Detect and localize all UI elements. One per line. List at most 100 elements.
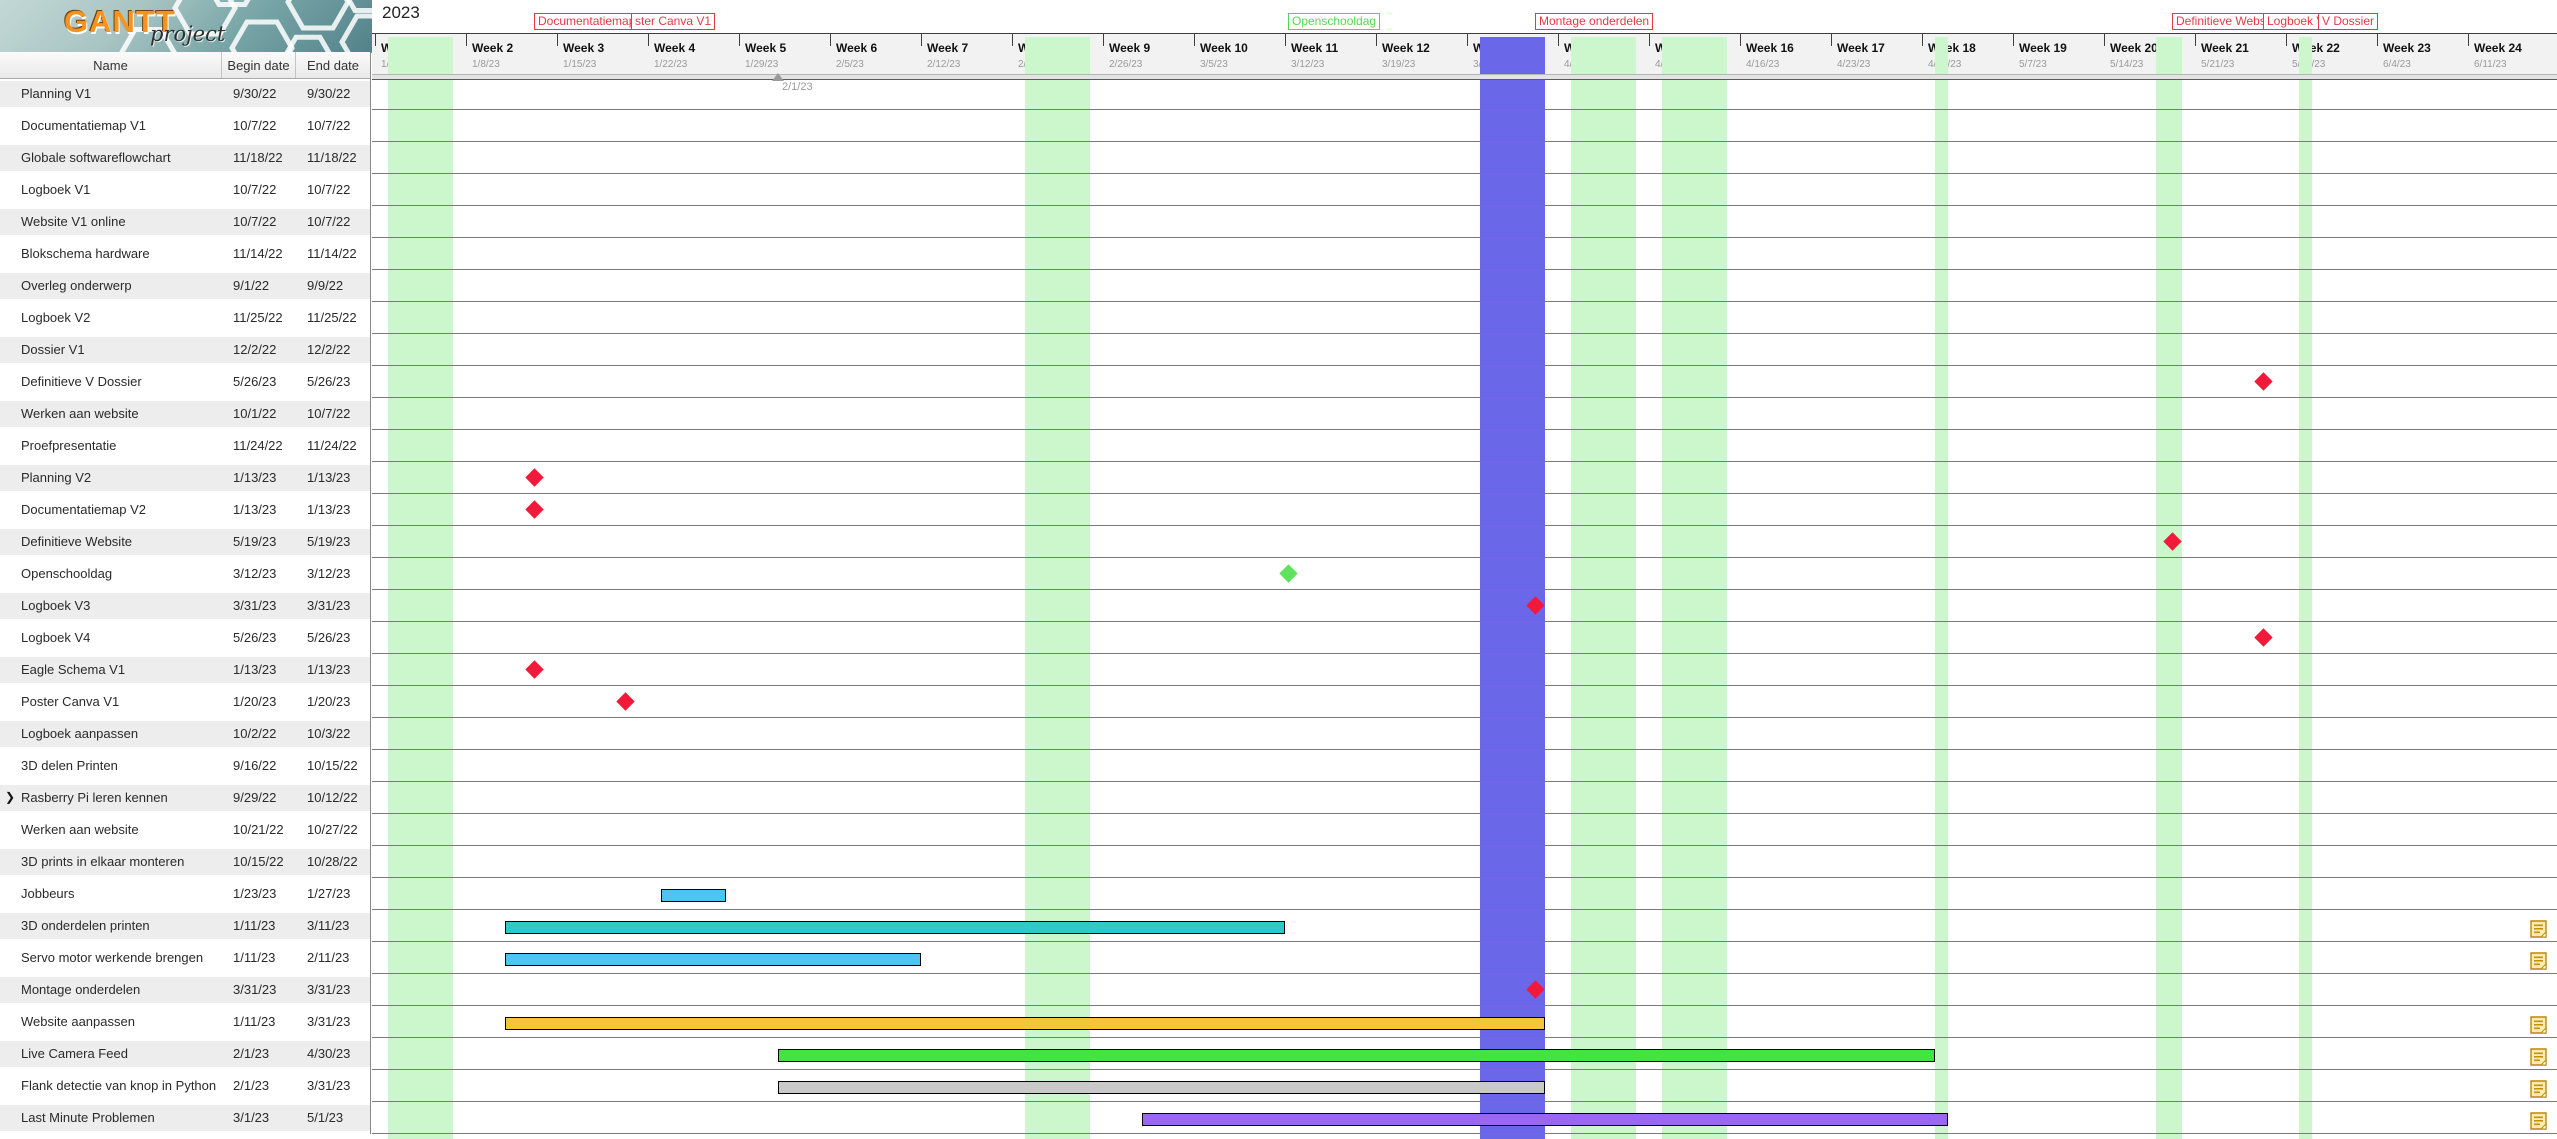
table-row[interactable]: Documentatiemap V21/13/231/13/23 <box>0 494 370 526</box>
task-begin-cell: 11/24/22 <box>233 430 295 462</box>
milestone-diamond[interactable] <box>525 500 543 518</box>
chart-row-separator <box>372 397 2557 398</box>
table-row[interactable]: Definitieve Website5/19/235/19/23 <box>0 526 370 558</box>
week-tick <box>1831 34 1832 46</box>
column-header-name[interactable]: Name <box>0 52 222 78</box>
week-label: Week 5 <box>745 41 786 55</box>
task-bar[interactable] <box>661 889 726 902</box>
task-bar[interactable] <box>1142 1113 1948 1126</box>
table-row[interactable]: Jobbeurs1/23/231/27/23 <box>0 878 370 910</box>
table-row[interactable]: Logboek V45/26/235/26/23 <box>0 622 370 654</box>
task-begin-cell: 3/31/23 <box>233 974 295 1006</box>
task-table: Planning V19/30/229/30/22Documentatiemap… <box>0 78 371 1134</box>
table-row[interactable]: Openschooldag3/12/233/12/23 <box>0 558 370 590</box>
task-begin-cell: 10/2/22 <box>233 718 295 750</box>
chart-row-separator <box>372 1005 2557 1006</box>
table-row[interactable]: Planning V19/30/229/30/22 <box>0 78 370 110</box>
chart-row-separator <box>372 973 2557 974</box>
task-begin-cell: 3/12/23 <box>233 558 295 590</box>
task-name-cell: Website V1 online <box>21 206 219 238</box>
table-row[interactable]: Werken aan website10/21/2210/27/22 <box>0 814 370 846</box>
task-name-cell: Openschooldag <box>21 558 219 590</box>
table-row[interactable]: Blokschema hardware11/14/2211/14/22 <box>0 238 370 270</box>
week-label: Week 11 <box>1291 41 1338 55</box>
table-row[interactable]: Logboek V110/7/2210/7/22 <box>0 174 370 206</box>
milestone-diamond[interactable] <box>616 692 634 710</box>
column-header-begin[interactable]: Begin date <box>222 52 296 78</box>
week-tick <box>648 34 649 46</box>
week-label: Week 24 <box>2474 41 2522 55</box>
table-row[interactable]: Website aanpassen1/11/233/31/23 <box>0 1006 370 1038</box>
timescale-marker-icon[interactable] <box>772 67 784 81</box>
table-row[interactable]: Definitieve V Dossier5/26/235/26/23 <box>0 366 370 398</box>
task-bar[interactable] <box>778 1049 1935 1062</box>
task-end-cell: 1/13/23 <box>307 462 369 494</box>
task-end-cell: 3/31/23 <box>307 1070 369 1102</box>
table-row[interactable]: Last Minute Problemen3/1/235/1/23 <box>0 1102 370 1134</box>
task-bar[interactable] <box>505 1017 1545 1030</box>
chart-row-separator <box>372 685 2557 686</box>
milestone-diamond[interactable] <box>525 468 543 486</box>
expander-arrow-icon[interactable]: ❯ <box>5 782 15 814</box>
task-end-cell: 10/3/22 <box>307 718 369 750</box>
week-tick <box>1922 34 1923 46</box>
table-row[interactable]: Website V1 online10/7/2210/7/22 <box>0 206 370 238</box>
table-row[interactable]: Documentatiemap V110/7/2210/7/22 <box>0 110 370 142</box>
task-end-cell: 1/13/23 <box>307 654 369 686</box>
table-row[interactable]: Montage onderdelen3/31/233/31/23 <box>0 974 370 1006</box>
chart-row-separator <box>372 237 2557 238</box>
chart-row-separator <box>372 781 2557 782</box>
table-row[interactable]: Poster Canva V11/20/231/20/23 <box>0 686 370 718</box>
task-begin-cell: 5/26/23 <box>233 622 295 654</box>
table-row[interactable]: Werken aan website10/1/2210/7/22 <box>0 398 370 430</box>
column-header-end[interactable]: End date <box>296 52 370 78</box>
table-row[interactable]: Planning V21/13/231/13/23 <box>0 462 370 494</box>
task-end-cell: 10/27/22 <box>307 814 369 846</box>
task-bar[interactable] <box>505 953 921 966</box>
task-note-icon <box>2530 1048 2547 1066</box>
table-row[interactable]: Logboek aanpassen10/2/2210/3/22 <box>0 718 370 750</box>
table-row[interactable]: Live Camera Feed2/1/234/30/23 <box>0 1038 370 1070</box>
table-row[interactable]: Proefpresentatie11/24/2211/24/22 <box>0 430 370 462</box>
table-row[interactable]: Overleg onderwerp9/1/229/9/22 <box>0 270 370 302</box>
chart-row-separator <box>372 909 2557 910</box>
milestone-diamond[interactable] <box>1279 564 1297 582</box>
logo-subtitle: project <box>150 22 225 46</box>
task-end-cell: 10/12/22 <box>307 782 369 814</box>
task-name-cell: 3D delen Printen <box>21 750 219 782</box>
table-row[interactable]: Servo motor werkende brengen1/11/232/11/… <box>0 942 370 974</box>
week-tick <box>557 34 558 46</box>
task-end-cell: 3/31/23 <box>307 590 369 622</box>
week-start-date: 3/12/23 <box>1291 59 1324 70</box>
milestone-diamond[interactable] <box>525 660 543 678</box>
table-row[interactable]: Dossier V112/2/2212/2/22 <box>0 334 370 366</box>
task-end-cell: 5/26/23 <box>307 366 369 398</box>
table-row[interactable]: Eagle Schema V11/13/231/13/23 <box>0 654 370 686</box>
table-row[interactable]: Logboek V211/25/2211/25/22 <box>0 302 370 334</box>
task-begin-cell: 1/13/23 <box>233 654 295 686</box>
table-row[interactable]: ❯Rasberry Pi leren kennen9/29/2210/12/22 <box>0 782 370 814</box>
table-row[interactable]: Globale softwareflowchart11/18/2211/18/2… <box>0 142 370 174</box>
task-end-cell: 2/11/23 <box>307 942 369 974</box>
task-name-cell: Logboek V3 <box>21 590 219 622</box>
table-row[interactable]: 3D prints in elkaar monteren10/15/2210/2… <box>0 846 370 878</box>
task-name-cell: Rasberry Pi leren kennen <box>21 782 219 814</box>
table-row[interactable]: 3D delen Printen9/16/2210/15/22 <box>0 750 370 782</box>
table-row[interactable]: Logboek V33/31/233/31/23 <box>0 590 370 622</box>
task-note-icon <box>2530 1016 2547 1034</box>
milestone-name-box: Montage onderdelen <box>1535 13 1653 30</box>
task-bar[interactable] <box>505 921 1285 934</box>
milestone-diamond[interactable] <box>2254 372 2272 390</box>
app-logo: GANTT project <box>0 0 372 53</box>
milestone-diamond[interactable] <box>2254 628 2272 646</box>
table-row[interactable]: Flank detectie van knop in Python2/1/233… <box>0 1070 370 1102</box>
task-end-cell: 11/25/22 <box>307 302 369 334</box>
task-begin-cell: 3/1/23 <box>233 1102 295 1134</box>
task-begin-cell: 10/21/22 <box>233 814 295 846</box>
task-name-cell: Last Minute Problemen <box>21 1102 219 1134</box>
table-row[interactable]: 3D onderdelen printen1/11/233/11/23 <box>0 910 370 942</box>
week-label: Week 3 <box>563 41 604 55</box>
task-bar[interactable] <box>778 1081 1545 1094</box>
week-tick <box>2468 34 2469 46</box>
chart-row-separator <box>372 813 2557 814</box>
